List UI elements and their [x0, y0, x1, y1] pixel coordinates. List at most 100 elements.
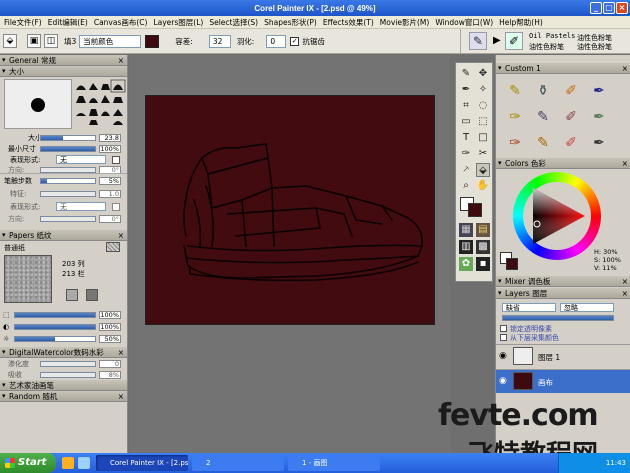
menu-window[interactable]: Window窗口(W)	[435, 17, 493, 28]
expression-invert-checkbox[interactable]	[112, 156, 120, 164]
eye-icon[interactable]: ◉	[499, 376, 507, 386]
rectangle-select-icon[interactable]: ▭	[459, 115, 473, 129]
variant-pen-icon[interactable]: ✒	[588, 133, 610, 153]
brush-tool-icon[interactable]: ✎	[459, 67, 473, 81]
direction2-slider[interactable]	[40, 216, 96, 222]
start-button[interactable]: Start	[0, 453, 56, 473]
feature-slider[interactable]	[40, 191, 96, 197]
crop-tool-icon[interactable]: ⌗	[459, 99, 473, 113]
mixer-header[interactable]: Mixer 调色板×	[496, 276, 630, 287]
shape-select-icon[interactable]: ⬚	[476, 115, 490, 129]
preserve-transparency-checkbox[interactable]	[500, 325, 507, 332]
rect-shape-icon[interactable]: □	[476, 131, 490, 145]
gradient-selector-icon[interactable]: ▤	[476, 223, 490, 237]
menu-edit[interactable]: Edit编辑(E)	[48, 17, 88, 28]
paper-selector-icon[interactable]: ▦	[459, 223, 473, 237]
brush-selector[interactable]: ✎ ▶ ✐ Oil Pastels 油性色粉笔 油性色粉笔 油性色粉笔	[460, 29, 630, 53]
play-icon[interactable]: ▶	[493, 35, 501, 46]
menu-layers[interactable]: Layers图层(L)	[153, 17, 203, 28]
minimize-button[interactable]: _	[590, 2, 602, 14]
variant-marker-icon[interactable]: ✐	[560, 133, 582, 153]
variant-crayon-icon[interactable]: ✐	[560, 107, 582, 127]
variant-chalk-icon[interactable]: ✑	[504, 107, 526, 127]
menu-effects[interactable]: Effects效果(T)	[323, 17, 374, 28]
quicklaunch-ie-icon[interactable]	[78, 457, 90, 469]
grabber-hand-icon[interactable]: ✋	[476, 179, 490, 193]
expression-select[interactable]: 无	[56, 155, 106, 164]
direction2-value[interactable]: 0°	[99, 215, 121, 223]
pattern-selector-icon[interactable]: ▥	[459, 240, 473, 254]
blend-mode-select[interactable]: 缺省	[502, 303, 556, 312]
scissors-icon[interactable]: ✂	[476, 147, 490, 161]
layer-adjuster-icon[interactable]: ✥	[476, 67, 490, 81]
pen-tool-icon[interactable]: ✒	[459, 83, 473, 97]
current-color-swatch[interactable]	[145, 34, 160, 48]
invert-paper-icon[interactable]	[66, 289, 78, 301]
variant-blender-icon[interactable]: ✎	[532, 133, 554, 153]
magic-wand-icon[interactable]: ✧	[476, 83, 490, 97]
maximize-button[interactable]: □	[603, 2, 615, 14]
magnifier-icon[interactable]: ⌕	[459, 179, 473, 193]
paper-brightness-value[interactable]: 50%	[99, 335, 121, 343]
layer-item-1[interactable]: ◉ 图层 1	[496, 344, 630, 368]
size-slider[interactable]	[40, 135, 96, 141]
layer-opacity-slider[interactable]	[502, 315, 614, 321]
min-size-slider[interactable]	[40, 146, 96, 152]
papers-header[interactable]: Papers 纸纹×	[0, 230, 127, 241]
nozzle-selector-icon[interactable]: ▪	[476, 257, 490, 271]
variant-palette-knife-icon[interactable]: ✑	[504, 133, 526, 153]
look-selector-icon[interactable]: ✿	[459, 257, 473, 271]
task-paint[interactable]: 1 - 画图	[288, 455, 380, 471]
quicklaunch-folder-icon[interactable]	[62, 457, 74, 469]
saturation-value-triangle[interactable]	[525, 184, 589, 248]
paper-contrast-slider[interactable]	[14, 324, 96, 330]
paper-scale-slider[interactable]	[14, 312, 96, 318]
wet-value[interactable]: 0	[99, 360, 121, 368]
paper-texture-swatch[interactable]	[4, 255, 52, 303]
spacing-value[interactable]: 5%	[99, 177, 121, 185]
expression2-invert-checkbox[interactable]	[112, 203, 120, 211]
close-button[interactable]: ×	[616, 2, 628, 14]
dropper-tool-icon[interactable]: ⸕	[459, 163, 473, 177]
weave-selector-icon[interactable]: ▩	[476, 240, 490, 254]
expression2-select[interactable]: 无	[56, 202, 106, 211]
capture-paper-icon[interactable]	[86, 289, 98, 301]
menu-movie[interactable]: Movie影片(M)	[380, 17, 430, 28]
colors-header[interactable]: Colors 色彩×	[496, 158, 630, 169]
variant-oil-icon[interactable]: ✎	[532, 107, 554, 127]
general-header[interactable]: General 常规×	[0, 55, 127, 66]
watercolor-header[interactable]: DigitalWatercolor数码水彩×	[0, 347, 127, 358]
paint-bucket-tool-icon[interactable]: ⬙	[476, 163, 490, 177]
colors-main-swatch[interactable]	[506, 258, 518, 270]
menu-shapes[interactable]: Shapes形状(P)	[264, 17, 317, 28]
layers-header[interactable]: Layers 图层×	[496, 288, 630, 299]
paint-bucket-icon[interactable]: ⬙	[3, 34, 17, 48]
pick-up-color-checkbox[interactable]	[500, 334, 507, 341]
variant-airbrush-icon[interactable]: ✒	[588, 81, 610, 101]
feather-input[interactable]: 0	[266, 34, 287, 48]
fill-source-select[interactable]: 当前颜色	[79, 34, 142, 48]
wet-slider[interactable]	[40, 361, 96, 367]
dry-slider[interactable]	[40, 372, 96, 378]
pen-shape-icon[interactable]: ✑	[459, 147, 473, 161]
task-painter[interactable]: Corel Painter IX - [2.psd]	[96, 455, 188, 471]
fill-image-icon[interactable]: ▣	[27, 34, 41, 48]
min-size-value[interactable]: 100%	[99, 145, 121, 153]
size-header[interactable]: 大小	[0, 66, 127, 77]
feature-value[interactable]: 1.0	[99, 190, 121, 198]
menu-file[interactable]: File文件(F)	[4, 17, 42, 28]
size-value[interactable]: 23.8	[99, 134, 121, 142]
paper-library-icon[interactable]	[106, 242, 120, 252]
paper-contrast-value[interactable]: 100%	[99, 323, 121, 331]
layer-item-canvas[interactable]: ◉ 画布	[496, 369, 630, 393]
custom-palette-header[interactable]: Custom 1×	[496, 63, 630, 74]
spacing-slider[interactable]	[40, 178, 96, 184]
menu-select[interactable]: Select选择(S)	[209, 17, 258, 28]
dry-value[interactable]: 8%	[99, 371, 121, 379]
task-folder[interactable]: 2	[192, 455, 284, 471]
antialias-checkbox[interactable]: ✓	[290, 36, 300, 46]
variant-pencil-icon[interactable]: ✎	[504, 81, 526, 101]
tolerance-input[interactable]: 32	[208, 34, 231, 48]
random-header[interactable]: Random 随机×	[0, 391, 127, 402]
brush-variant-icon[interactable]: ✐	[505, 32, 523, 50]
